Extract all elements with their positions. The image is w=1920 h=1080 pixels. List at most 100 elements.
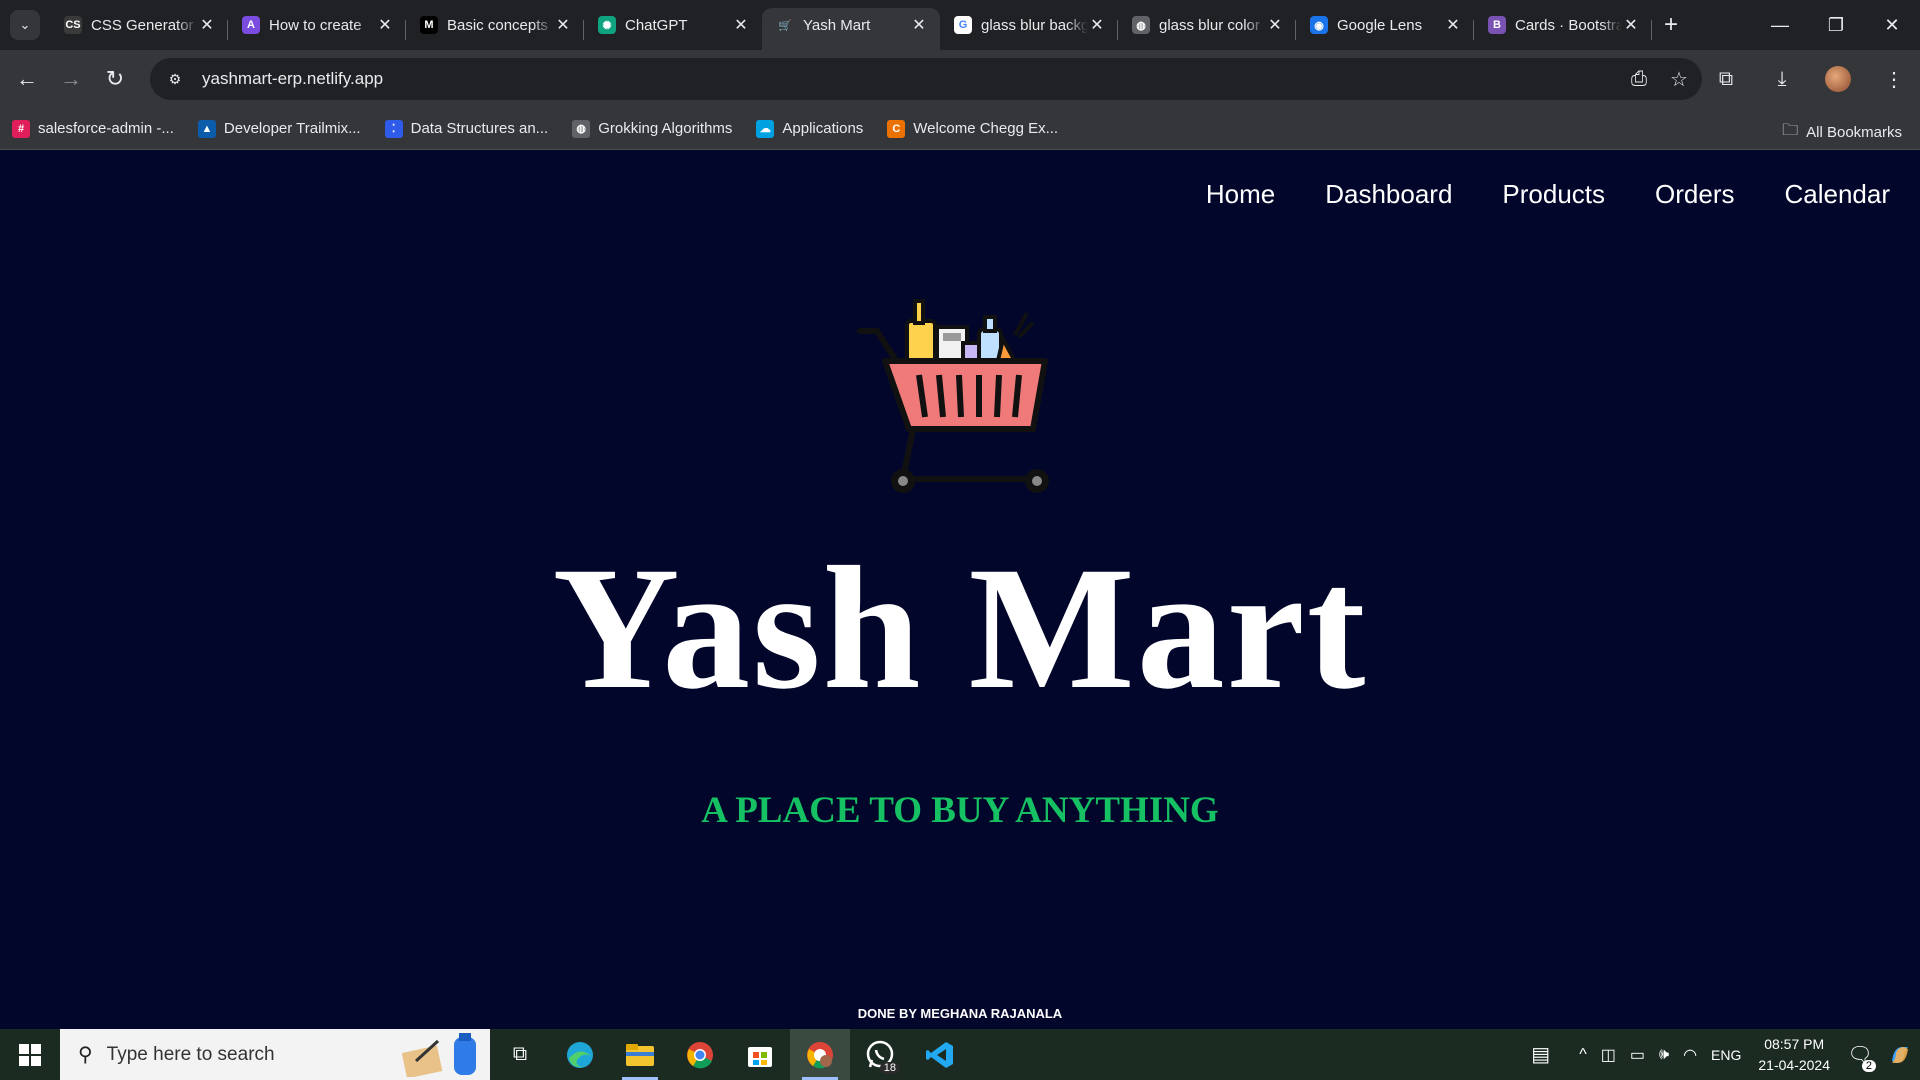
close-window-button[interactable]: ✕ (1864, 0, 1920, 50)
forward-button[interactable]: → (54, 62, 88, 96)
bookmark-4[interactable]: ☁ Applications (756, 119, 863, 138)
avatar (1825, 66, 1851, 92)
address-bar[interactable]: ⚙ yashmart-erp.netlify.app ⎙ ☆ (150, 58, 1702, 100)
bookmark-2[interactable]: ⁚ Data Structures an... (384, 119, 549, 138)
bookmark-0[interactable]: # salesforce-admin -... (12, 119, 174, 138)
all-bookmarks-button[interactable]: 🗀 All Bookmarks (1782, 119, 1902, 146)
site-info-icon[interactable]: ⚙ (160, 64, 190, 94)
tab-3[interactable]: ✺ ChatGPT ✕ (584, 8, 762, 50)
bookmark-label: Data Structures an... (410, 120, 549, 137)
bookmark-5[interactable]: C Welcome Chegg Ex... (887, 119, 1059, 138)
bootstrap-icon: B (1488, 16, 1506, 34)
clock-date: 21-04-2024 (1758, 1056, 1830, 1073)
tab-0[interactable]: CS CSS Generator ✕ (50, 8, 228, 50)
bookmark-list: # salesforce-admin -... ▲ Developer Trailmi… (0, 119, 1070, 138)
notifications-button[interactable]: 🗨 2 (1840, 1029, 1880, 1080)
nav-dashboard[interactable]: Dashboard (1325, 179, 1452, 210)
site-nav: Home Dashboard Products Orders Calendar (1156, 179, 1890, 210)
search-highlight-illustration (402, 1033, 482, 1077)
bookmark-3[interactable]: ◍ Grokking Algorithms (572, 119, 733, 138)
taskbar-chrome[interactable] (670, 1029, 730, 1080)
window-controls: — ❐ ✕ (1752, 0, 1920, 50)
cart-icon: 🛒 (776, 16, 794, 34)
chegg-icon: C (887, 119, 906, 138)
close-tab-icon[interactable]: ✕ (910, 15, 928, 35)
tab-title: Cards · Bootstrap (1515, 16, 1622, 34)
tab-2[interactable]: M Basic concepts ✕ (406, 8, 584, 50)
back-button[interactable]: ← (10, 62, 44, 96)
google-icon: G (954, 16, 972, 34)
tab-8[interactable]: B Cards · Bootstrap ✕ (1474, 8, 1652, 50)
taskbar-search-input[interactable]: ⚲ Type here to search (60, 1029, 490, 1080)
tab-title: glass blur color (1159, 16, 1260, 34)
close-tab-icon[interactable]: ✕ (376, 15, 394, 35)
google-lens-icon: ◉ (1310, 16, 1328, 34)
taskbar-whatsapp[interactable]: 18 (850, 1029, 910, 1080)
close-tab-icon[interactable]: ✕ (1444, 15, 1462, 35)
footer-credit: DONE BY MEGHANA RAJANALA (857, 1006, 1063, 1021)
tab-7[interactable]: ◉ Google Lens ✕ (1296, 8, 1474, 50)
windows-logo-icon (19, 1043, 41, 1066)
nav-orders[interactable]: Orders (1655, 179, 1734, 210)
all-bookmarks-label: All Bookmarks (1806, 124, 1902, 141)
chatgpt-icon: ✺ (598, 16, 616, 34)
wifi-icon[interactable]: ◠ (1683, 1045, 1697, 1065)
tab-title: Yash Mart (803, 16, 871, 34)
install-app-icon[interactable]: ⎙ (1622, 62, 1656, 96)
taskbar-store[interactable] (730, 1029, 790, 1080)
tab-1[interactable]: A How to create ✕ (228, 8, 406, 50)
close-tab-icon[interactable]: ✕ (198, 15, 216, 35)
tab-title: glass blur background (981, 16, 1088, 34)
tab-title: Basic concepts (447, 16, 548, 34)
tab-search-button[interactable]: ⌄ (10, 10, 40, 40)
task-view-button[interactable]: ⧉ (490, 1029, 550, 1080)
minimize-button[interactable]: — (1752, 0, 1808, 50)
menu-icon[interactable]: ⋮ (1876, 62, 1912, 96)
meet-now-icon[interactable]: ◫ (1601, 1045, 1616, 1065)
clock[interactable]: 08:57 PM 21-04-2024 (1758, 1034, 1830, 1075)
close-tab-icon[interactable]: ✕ (554, 15, 572, 35)
profile-avatar[interactable] (1820, 62, 1856, 96)
dots-icon: ⁚ (384, 119, 403, 138)
news-widget-icon[interactable]: ▤ (1531, 1042, 1550, 1067)
bookmark-1[interactable]: ▲ Developer Trailmix... (197, 119, 361, 138)
language-indicator[interactable]: ENG (1711, 1047, 1741, 1063)
tab-5[interactable]: Gglass blur background✕ (940, 8, 1118, 50)
tab-6[interactable]: ◍ glass blur color ✕ (1118, 8, 1296, 50)
close-tab-icon[interactable]: ✕ (1622, 15, 1640, 35)
chrome-icon (687, 1041, 713, 1068)
tab-title: ChatGPT (625, 16, 688, 34)
taskbar-file-explorer[interactable] (610, 1029, 670, 1080)
medium-icon: M (420, 16, 438, 34)
taskbar-chrome-profile[interactable] (790, 1029, 850, 1080)
close-tab-icon[interactable]: ✕ (1088, 15, 1106, 35)
hero-title: Yash Mart (552, 531, 1368, 726)
taskbar-vscode[interactable] (910, 1029, 970, 1080)
clock-time: 08:57 PM (1764, 1036, 1825, 1053)
reload-button[interactable]: ↻ (98, 62, 132, 96)
tab-strip: CS CSS Generator ✕ A How to create ✕ M Basic co… (50, 0, 1652, 50)
url-text[interactable]: yashmart-erp.netlify.app (202, 69, 1622, 89)
tab-4[interactable]: 🛒 Yash Mart ✕ (762, 8, 940, 50)
nav-home[interactable]: Home (1206, 179, 1275, 210)
restore-button[interactable]: ❐ (1808, 0, 1864, 50)
edge-icon (567, 1041, 593, 1068)
nav-calendar[interactable]: Calendar (1784, 179, 1890, 210)
store-icon (748, 1046, 772, 1067)
bookmark-label: Grokking Algorithms (598, 120, 733, 137)
start-button[interactable] (0, 1029, 60, 1080)
battery-icon[interactable]: ▭ (1630, 1045, 1645, 1065)
volume-icon[interactable]: 🕪 (1659, 1046, 1669, 1064)
windows-taskbar: ⚲ Type here to search ⧉ 18 ▤ ^ ◫ ▭ 🕪 ◠ E… (0, 1029, 1920, 1080)
whatsapp-badge: 18 (879, 1062, 900, 1074)
download-icon[interactable]: ⤓ (1764, 62, 1800, 96)
chevron-up-icon[interactable]: ^ (1579, 1046, 1587, 1064)
new-tab-button[interactable]: + (1656, 10, 1686, 40)
taskbar-edge[interactable] (550, 1029, 610, 1080)
copilot-button[interactable] (1880, 1029, 1920, 1080)
nav-products[interactable]: Products (1502, 179, 1605, 210)
close-tab-icon[interactable]: ✕ (1266, 15, 1284, 35)
bookmark-label: Welcome Chegg Ex... (913, 120, 1059, 137)
close-tab-icon[interactable]: ✕ (732, 15, 750, 35)
extensions-icon[interactable]: ⧉ (1708, 62, 1744, 96)
